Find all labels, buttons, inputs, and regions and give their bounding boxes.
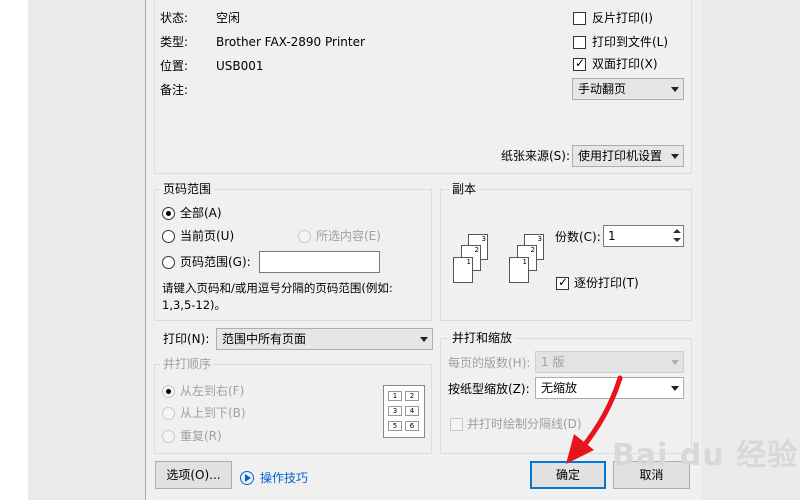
print-to-file-checkbox[interactable] [573, 36, 586, 49]
range-all-label[interactable]: 全部(A) [180, 205, 222, 221]
chevron-down-icon [671, 87, 679, 92]
watermark-text: Bai du 经验 [612, 438, 799, 473]
print-what-value: 范围中所有页面 [222, 332, 307, 346]
range-pages-label[interactable]: 页码范围(G): [180, 254, 251, 270]
range-current-label[interactable]: 当前页(U) [180, 228, 234, 244]
tips-link[interactable]: 操作技巧 [260, 470, 308, 486]
range-current-radio[interactable] [162, 230, 175, 243]
print-what-select[interactable]: 范围中所有页面 [216, 328, 433, 350]
order-preview-icon: 1 2 3 4 5 6 [383, 385, 425, 438]
chevron-down-icon [420, 337, 428, 342]
collate-illustration: 3 2 1 3 2 1 [451, 230, 544, 286]
mini-page: 6 [405, 421, 419, 431]
chevron-down-icon [671, 360, 679, 365]
order-top-bottom-label: 从上到下(B) [180, 406, 246, 420]
duplex-mode-select[interactable]: 手动翻页 [572, 78, 684, 100]
page-range-hint-2: 1,3,5-12)。 [162, 298, 227, 312]
mini-page: 5 [388, 421, 402, 431]
range-selection-label: 所选内容(E) [316, 229, 381, 243]
range-all-radio[interactable] [162, 207, 175, 220]
mini-page: 2 [405, 391, 419, 401]
range-selection-radio [298, 230, 311, 243]
copies-title: 副本 [449, 182, 480, 196]
mini-page: 1 [388, 391, 402, 401]
paper-source-label: 纸张来源(S): [501, 149, 571, 163]
reverse-print-label[interactable]: 反片打印(I) [592, 10, 653, 26]
draw-lines-checkbox [450, 418, 463, 431]
duplex-label[interactable]: 双面打印(X) [592, 56, 658, 72]
order-left-right-radio [162, 385, 175, 398]
chevron-down-icon [671, 154, 679, 159]
mini-page: 3 [388, 406, 402, 416]
collate-order-title: 并打顺序 [160, 357, 215, 371]
chevron-down-icon [671, 386, 679, 391]
comment-label: 备注: [160, 83, 189, 97]
duplex-mode-value: 手动翻页 [578, 82, 627, 96]
status-value: 空闲 [216, 11, 241, 25]
pages-per-sheet-label: 每页的版数(H): [448, 356, 531, 370]
range-pages-radio[interactable] [162, 256, 175, 269]
reverse-print-checkbox[interactable] [573, 12, 586, 25]
where-label: 位置: [160, 59, 189, 73]
page-range-title: 页码范围 [160, 182, 215, 196]
order-top-bottom-radio [162, 407, 175, 420]
collate-checkbox[interactable] [556, 275, 569, 290]
copies-count-label: 份数(C): [555, 230, 601, 244]
scale-label: 按纸型缩放(Z): [448, 382, 530, 396]
mini-page: 4 [405, 406, 419, 416]
copies-spinner[interactable] [670, 226, 683, 246]
play-circle-icon[interactable] [240, 471, 254, 485]
play-triangle [245, 474, 251, 482]
order-repeat-label: 重复(R) [180, 429, 222, 443]
status-label: 状态: [160, 11, 189, 25]
print-to-file-label[interactable]: 打印到文件(L) [592, 34, 668, 50]
paper-source-select[interactable]: 使用打印机设置 [572, 145, 684, 167]
spin-down-icon[interactable] [673, 238, 681, 242]
type-label: 类型: [160, 35, 189, 49]
spin-up-icon[interactable] [673, 229, 681, 233]
where-value: USB001 [216, 59, 264, 73]
type-value: Brother FAX-2890 Printer [216, 35, 365, 49]
page-icon: 1 [453, 257, 473, 283]
options-button[interactable]: 选项(O)... [155, 461, 232, 489]
page-range-input[interactable] [259, 251, 380, 273]
pages-per-sheet-value: 1 版 [541, 355, 565, 369]
order-left-right-label: 从左到右(F) [180, 384, 245, 398]
zoom-title: 并打和缩放 [449, 331, 516, 345]
print-what-label: 打印(N): [163, 332, 210, 346]
order-repeat-radio [162, 430, 175, 443]
page-range-hint-1: 请键入页码和/或用逗号分隔的页码范围(例如: [162, 281, 393, 295]
page-icon: 1 [509, 257, 529, 283]
paper-source-value: 使用打印机设置 [578, 149, 663, 163]
background-document [0, 0, 28, 500]
collate-label[interactable]: 逐份打印(T) [574, 275, 639, 291]
duplex-checkbox[interactable] [573, 56, 586, 71]
